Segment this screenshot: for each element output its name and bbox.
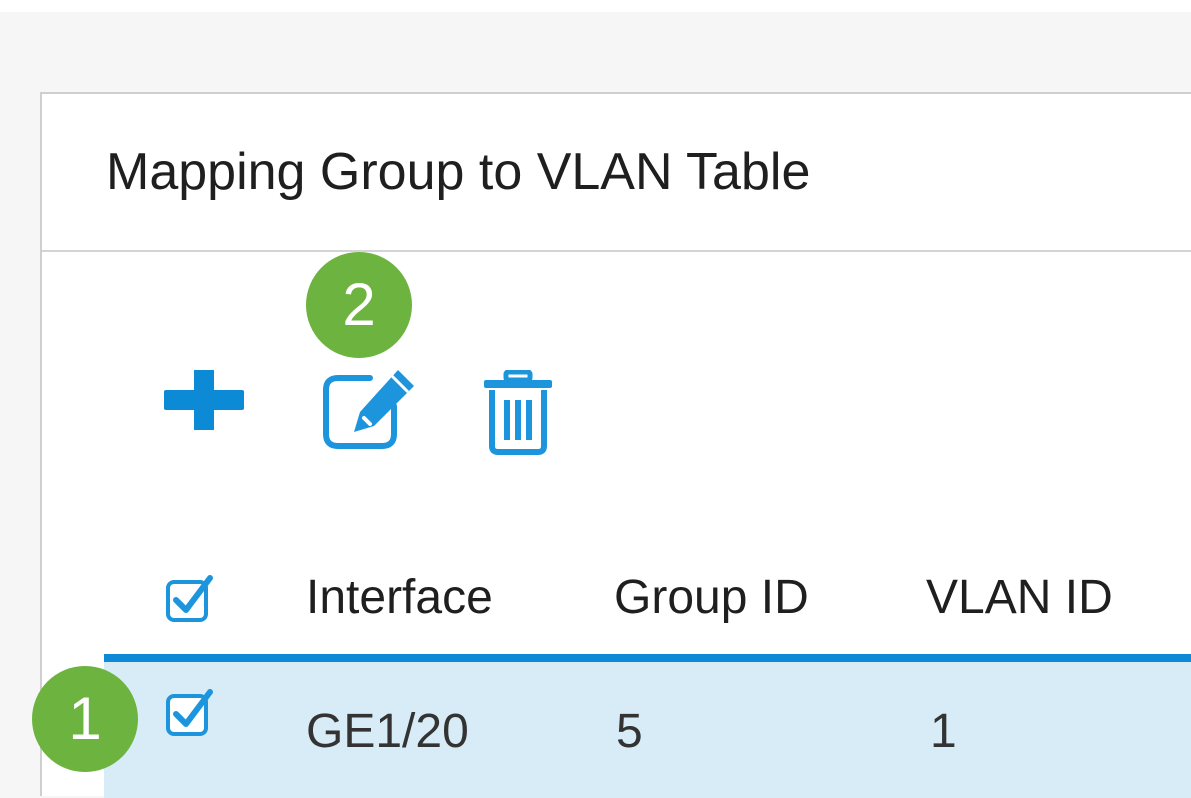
trash-icon [484,370,552,455]
step-1-callout: 1 [32,666,138,772]
add-button[interactable] [164,370,244,430]
checkmark-icon [166,689,213,736]
edit-button[interactable] [320,364,424,452]
table-row[interactable]: GE1/20 5 1 [104,662,1191,798]
select-all-checkbox[interactable] [164,572,216,624]
step-2-callout: 2 [306,252,412,358]
page-title: Mapping Group to VLAN Table [106,143,811,201]
cell-vlan-id: 1 [930,705,957,758]
edit-icon [323,370,414,449]
row-checkbox[interactable] [164,686,216,738]
cell-group-id: 5 [616,705,643,758]
plus-icon [164,370,244,430]
column-header-interface[interactable]: Interface [306,568,493,628]
row-separator [104,654,1191,662]
column-header-vlan-id[interactable]: VLAN ID [926,568,1113,628]
cell-interface: GE1/20 [306,705,469,758]
checkmark-icon [166,575,213,622]
column-header-group-id[interactable]: Group ID [614,568,809,628]
mapping-table-panel: Mapping Group to VLAN Table 2 Interface … [32,92,1191,798]
title-divider [42,250,1191,252]
top-strip [0,0,1191,12]
table-header: Interface Group ID VLAN ID [42,550,1191,650]
delete-button[interactable] [478,370,558,456]
